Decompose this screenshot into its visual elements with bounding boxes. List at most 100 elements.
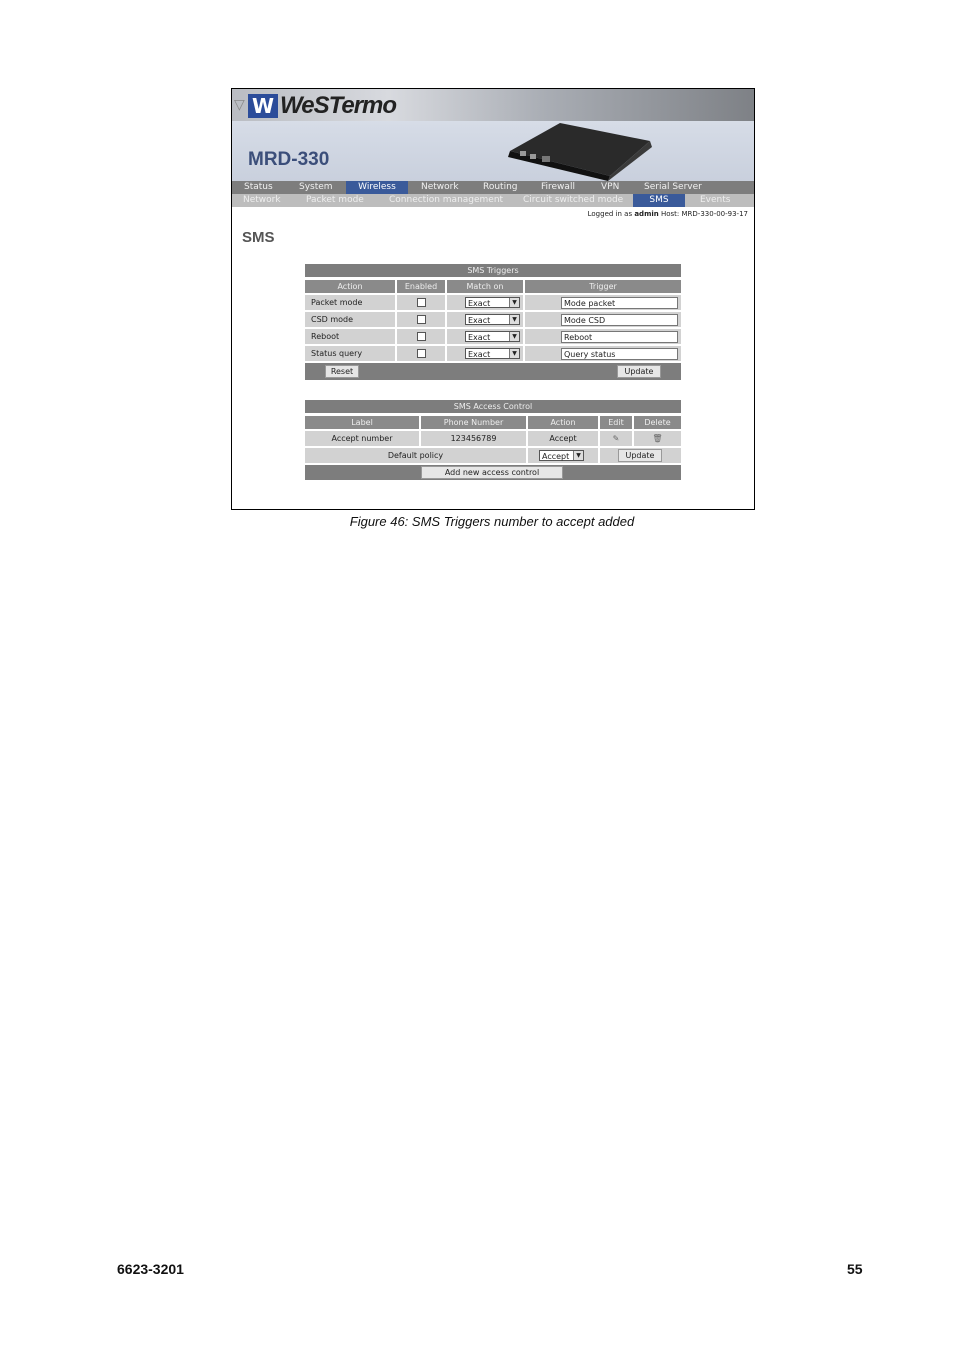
col-edit: Edit [600, 416, 632, 429]
enabled-checkbox[interactable] [417, 298, 426, 307]
enabled-checkbox[interactable] [417, 315, 426, 324]
match-select[interactable]: Exact ▼ [465, 331, 520, 342]
default-policy-select[interactable]: Accept ▼ [539, 450, 584, 461]
trigger-text-cell: Query status [525, 346, 681, 361]
match-value: Exact [468, 299, 491, 308]
menu-network[interactable]: Network [421, 181, 459, 194]
trigger-action: Status query [305, 346, 395, 361]
default-policy-cell: Accept ▼ [528, 448, 598, 463]
primary-menu: Status System Wireless Network Routing F… [232, 181, 754, 194]
delete-trash-icon[interactable]: 🗑 [652, 434, 662, 443]
col-match-on: Match on [447, 280, 523, 293]
trigger-text-cell: Reboot [525, 329, 681, 344]
match-select[interactable]: Exact ▼ [465, 297, 520, 308]
login-info: Logged in as admin Host: MRD-330-00-93-1… [588, 210, 748, 218]
submenu-sms[interactable]: SMS [633, 194, 685, 207]
trigger-match-cell: Exact ▼ [447, 346, 523, 361]
trigger-match-cell: Exact ▼ [447, 329, 523, 344]
access-phone: 123456789 [421, 431, 526, 446]
menu-status[interactable]: Status [244, 181, 273, 194]
match-value: Exact [468, 350, 491, 359]
login-host-label: Host: [660, 210, 680, 218]
trigger-enabled-cell [397, 312, 445, 327]
match-value: Exact [468, 316, 491, 325]
policy-value: Accept [542, 452, 570, 461]
dropdown-arrow-icon: ▼ [509, 315, 519, 324]
trigger-enabled-cell [397, 295, 445, 310]
trigger-action: Packet mode [305, 295, 395, 310]
router-device-icon [508, 123, 652, 181]
dropdown-arrow-icon: ▼ [509, 349, 519, 358]
trigger-action: Reboot [305, 329, 395, 344]
trigger-text-cell: Mode CSD [525, 312, 681, 327]
update-access-button[interactable]: Update [618, 449, 662, 462]
dropdown-arrow-icon: ▼ [509, 298, 519, 307]
model-title: MRD-330 [248, 149, 330, 170]
menu-vpn[interactable]: VPN [601, 181, 619, 194]
trigger-input[interactable]: Reboot [561, 331, 678, 343]
col-trigger: Trigger [525, 280, 681, 293]
access-button-bar: Add new access control [305, 465, 681, 480]
enabled-checkbox[interactable] [417, 349, 426, 358]
col-action: Action [528, 416, 598, 429]
submenu-events[interactable]: Events [700, 194, 730, 207]
col-action: Action [305, 280, 395, 293]
document-number: 6623-3201 [117, 1261, 184, 1277]
submenu-circuit-switched-mode[interactable]: Circuit switched mode [523, 194, 623, 207]
figure-caption: Figure 46: SMS Triggers number to accept… [349, 514, 635, 529]
col-enabled: Enabled [397, 280, 445, 293]
sms-triggers-table: SMS Triggers Action Enabled Match on Tri… [305, 264, 681, 382]
page-number: 55 [847, 1261, 863, 1277]
col-label: Label [305, 416, 419, 429]
access-action: Accept [528, 431, 598, 446]
westermo-logo-icon: W [248, 94, 278, 118]
trigger-input[interactable]: Query status [561, 348, 678, 360]
brand-logo: WeSTermo [280, 92, 397, 119]
trigger-match-cell: Exact ▼ [447, 295, 523, 310]
match-select[interactable]: Exact ▼ [465, 348, 520, 359]
logo-mark-icon: ▽ [234, 97, 245, 113]
login-host: MRD-330-00-93-17 [681, 210, 748, 218]
trigger-action: CSD mode [305, 312, 395, 327]
screenshot-frame: ▽ W WeSTermo MRD-330 Status System Wirel… [231, 88, 755, 510]
header-banner: ▽ W WeSTermo MRD-330 [232, 89, 754, 181]
submenu-packet-mode[interactable]: Packet mode [306, 194, 364, 207]
dropdown-arrow-icon: ▼ [509, 332, 519, 341]
edit-cell: ✎ [600, 431, 632, 446]
trigger-input[interactable]: Mode CSD [561, 314, 678, 326]
col-phone-number: Phone Number [421, 416, 526, 429]
menu-serial-server[interactable]: Serial Server [644, 181, 702, 194]
default-policy-label: Default policy [305, 448, 526, 463]
menu-system[interactable]: System [299, 181, 333, 194]
enabled-checkbox[interactable] [417, 332, 426, 341]
sms-access-control-table: SMS Access Control Label Phone Number Ac… [305, 400, 681, 480]
update-triggers-button[interactable]: Update [617, 365, 661, 378]
add-access-control-button[interactable]: Add new access control [421, 466, 563, 479]
trigger-text-cell: Mode packet [525, 295, 681, 310]
menu-routing[interactable]: Routing [483, 181, 518, 194]
menu-wireless[interactable]: Wireless [346, 181, 408, 194]
submenu-connection-management[interactable]: Connection management [389, 194, 503, 207]
trigger-enabled-cell [397, 329, 445, 344]
secondary-menu: Network Packet mode Connection managemen… [232, 194, 754, 207]
trigger-enabled-cell [397, 346, 445, 361]
page-title: SMS [242, 229, 275, 246]
delete-cell: 🗑 [634, 431, 681, 446]
login-user: admin [634, 210, 659, 218]
login-prefix: Logged in as [587, 210, 633, 218]
submenu-network[interactable]: Network [243, 194, 281, 207]
reset-button[interactable]: Reset [325, 365, 359, 378]
col-delete: Delete [634, 416, 681, 429]
edit-pencil-icon[interactable]: ✎ [613, 434, 620, 443]
access-control-title: SMS Access Control [305, 400, 681, 413]
menu-firewall[interactable]: Firewall [541, 181, 575, 194]
triggers-button-bar: Reset Update [305, 363, 681, 380]
sms-triggers-title: SMS Triggers [305, 264, 681, 277]
dropdown-arrow-icon: ▼ [573, 451, 583, 460]
match-value: Exact [468, 333, 491, 342]
access-label: Accept number [305, 431, 419, 446]
access-update-cell: Update [600, 448, 681, 463]
trigger-input[interactable]: Mode packet [561, 297, 678, 309]
trigger-match-cell: Exact ▼ [447, 312, 523, 327]
match-select[interactable]: Exact ▼ [465, 314, 520, 325]
